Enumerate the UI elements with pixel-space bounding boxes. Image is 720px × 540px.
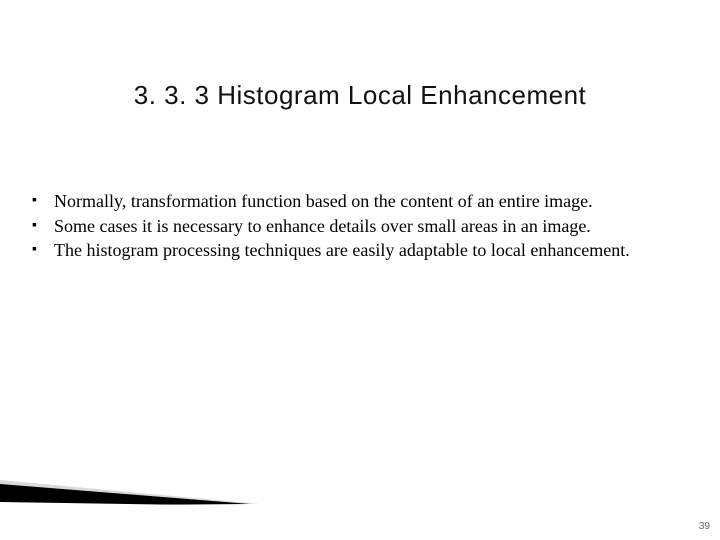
list-item: Normally, transformation function based …	[28, 190, 680, 213]
slide-title: 3. 3. 3 Histogram Local Enhancement	[0, 80, 720, 111]
bullet-list: Normally, transformation function based …	[28, 190, 680, 262]
list-item: Some cases it is necessary to enhance de…	[28, 215, 680, 238]
slide-body: Normally, transformation function based …	[28, 190, 680, 264]
page-number: 39	[699, 521, 710, 532]
list-item: The histogram processing techniques are …	[28, 239, 680, 262]
decorative-wedge	[0, 450, 260, 506]
